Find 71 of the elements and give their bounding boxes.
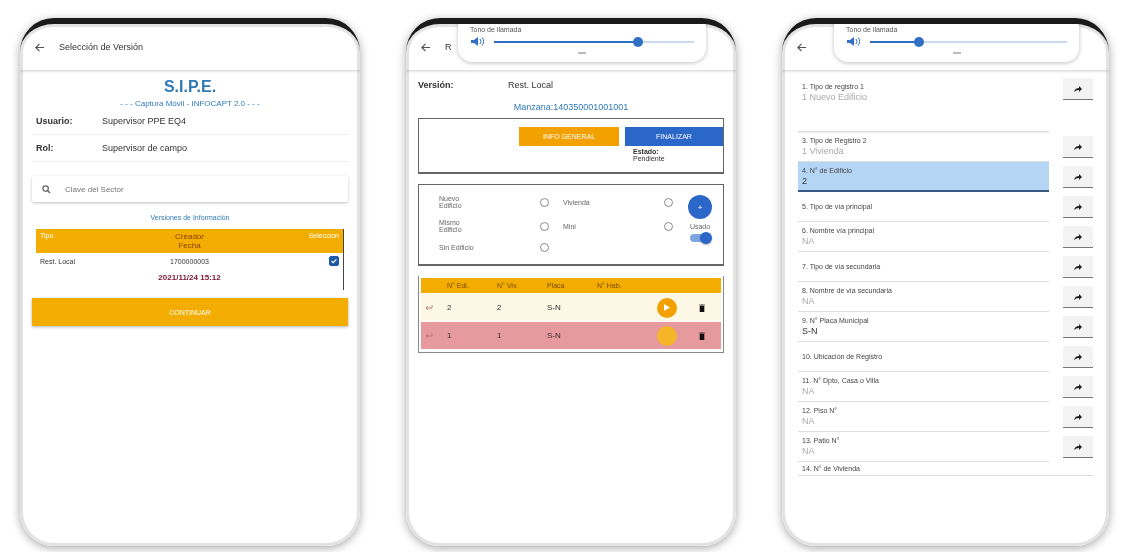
field-value: 1 Nuevo Edificio	[802, 92, 869, 102]
add-button[interactable]: +	[688, 195, 712, 219]
field-value: NA	[802, 446, 816, 456]
return-icon	[425, 304, 433, 311]
share-icon	[1074, 233, 1082, 240]
share-button[interactable]	[1063, 78, 1093, 100]
back-arrow-icon[interactable]	[420, 41, 431, 53]
share-icon	[1074, 383, 1082, 390]
play-icon	[664, 304, 670, 311]
share-icon	[1074, 323, 1082, 330]
screen-title: Selección de Versión	[59, 42, 144, 52]
share-button[interactable]	[1063, 406, 1093, 428]
table-cell-text: S-N	[547, 331, 562, 340]
share-button[interactable]	[1063, 136, 1093, 158]
field-value: NA	[802, 416, 816, 426]
share-button[interactable]	[1063, 436, 1093, 458]
share-icon	[1074, 85, 1082, 92]
back-arrow-icon[interactable]	[34, 41, 45, 53]
table-cell-text: 2	[497, 303, 503, 312]
share-button[interactable]	[1063, 256, 1093, 278]
field-value: 2	[802, 175, 808, 186]
back-arrow-icon[interactable]	[796, 41, 807, 53]
speaker-icon[interactable]	[846, 36, 860, 47]
app-title: S.I.P.E.	[163, 78, 217, 96]
version-label: Versión:	[418, 80, 455, 90]
share-icon	[1074, 173, 1082, 180]
info-value: Supervisor de campo	[102, 143, 188, 153]
field-value: NA	[802, 296, 816, 306]
trash-icon[interactable]	[699, 303, 705, 312]
share-icon	[1074, 413, 1082, 420]
table-row[interactable]: 2 2 S-N	[421, 294, 721, 321]
version-value: Rest. Local	[508, 80, 554, 90]
info-label: Usuario:	[36, 116, 74, 126]
search-icon	[42, 184, 51, 194]
share-button[interactable]	[1063, 196, 1093, 218]
share-button[interactable]	[1063, 376, 1093, 398]
speaker-icon[interactable]	[470, 36, 484, 47]
share-button[interactable]	[1063, 316, 1093, 338]
play-button[interactable]	[657, 297, 677, 318]
trash-icon[interactable]	[699, 331, 705, 340]
share-icon	[1074, 143, 1082, 150]
checkbox[interactable]	[329, 256, 339, 266]
share-icon	[1074, 353, 1082, 360]
app-subtitle: - - - Captura Móvil - INFOCAPT 2.0 - - -	[120, 99, 260, 108]
screen-title: R	[445, 42, 452, 52]
return-icon	[425, 332, 433, 339]
info-label: Rol:	[36, 143, 55, 153]
field-value: NA	[802, 236, 816, 246]
share-icon	[1074, 263, 1082, 270]
table-cell-text: 1	[447, 331, 453, 340]
share-button[interactable]	[1063, 286, 1093, 308]
field-value: S-N	[802, 326, 819, 336]
column-header: Creador	[174, 232, 205, 241]
share-icon	[1074, 293, 1082, 300]
field-value: 1 Vivienda	[802, 146, 845, 156]
share-button[interactable]	[1063, 166, 1093, 188]
share-icon	[1074, 443, 1082, 450]
toggle-switch[interactable]	[690, 234, 710, 242]
table-cell-text: 2	[447, 303, 453, 312]
column-header: Fecha	[177, 241, 202, 250]
share-icon	[1074, 203, 1082, 210]
table-cell-text: 2021/11/24 15:12	[157, 272, 222, 284]
share-button[interactable]	[1063, 226, 1093, 248]
block-code: Manzana:140350001001001	[513, 102, 629, 112]
search-field[interactable]: Clave del Sector	[32, 176, 348, 202]
table-cell-text: 1	[497, 331, 503, 340]
info-value: Supervisor PPE EQ4	[102, 116, 187, 126]
table-cell-text: S-N	[547, 303, 562, 312]
share-button[interactable]	[1063, 346, 1093, 368]
table-row[interactable]: 1 1 S-N	[421, 322, 721, 349]
field-value: NA	[802, 386, 816, 396]
